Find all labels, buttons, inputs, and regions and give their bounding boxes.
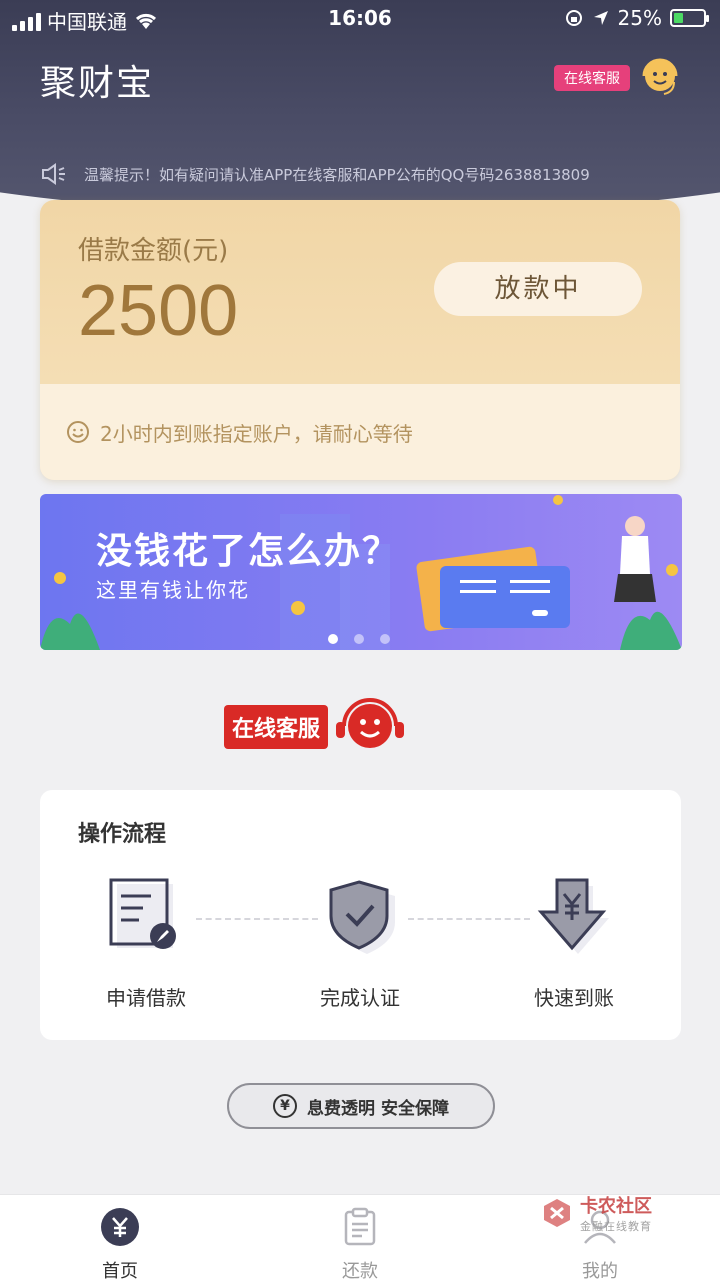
banner-dot[interactable] xyxy=(328,634,338,644)
watermark-subtext: 金融在线教育 xyxy=(580,1220,652,1233)
battery-percent: 25% xyxy=(617,6,662,30)
rotation-lock-icon xyxy=(565,10,582,26)
notice-bar: 温馨提示！如有疑问请认准APP在线客服和APP公布的QQ号码2638813809 xyxy=(40,162,700,186)
speaker-icon xyxy=(42,163,65,185)
promo-banner[interactable]: 没钱花了怎么办？ 这里有钱让你花 xyxy=(40,494,682,650)
step-fast-payout: 快速到账 xyxy=(499,878,649,1011)
tab-home[interactable]: 首页 xyxy=(60,1207,180,1280)
app-title: 聚财宝 xyxy=(40,63,155,104)
security-badge: ¥ 息费透明 安全保障 xyxy=(227,1083,495,1129)
step-verify: 完成认证 xyxy=(285,878,435,1011)
customer-service-icon xyxy=(336,698,405,748)
location-icon xyxy=(593,11,608,25)
battery-icon xyxy=(670,9,709,27)
online-service-label: 在线客服 xyxy=(224,705,329,749)
banner-subtitle: 这里有钱让你花 xyxy=(96,578,250,602)
banner-dot[interactable] xyxy=(380,634,390,644)
online-service-button[interactable]: 在线客服 xyxy=(224,694,408,760)
online-service-tag: 在线客服 xyxy=(554,65,630,91)
yen-download-icon xyxy=(537,878,609,954)
process-card: 操作流程 申请借款 完成认证 快速到账 xyxy=(40,790,681,1040)
smile-icon xyxy=(67,421,89,443)
loan-tip-text: 2小时内到账指定账户，请耐心等待 xyxy=(100,421,413,446)
shield-check-icon xyxy=(329,880,395,954)
step-label: 完成认证 xyxy=(320,986,400,1010)
step-label: 申请借款 xyxy=(106,986,186,1010)
banner-title: 没钱花了怎么办？ xyxy=(96,531,401,572)
yen-home-icon xyxy=(101,1208,139,1246)
customer-service-icon xyxy=(642,58,678,95)
tab-label: 我的 xyxy=(582,1261,618,1280)
step-apply-loan: 申请借款 xyxy=(71,878,221,1011)
loan-amount: 2500 xyxy=(78,271,239,351)
watermark-logo-icon xyxy=(544,1199,570,1227)
tab-repay[interactable]: 还款 xyxy=(300,1207,420,1280)
watermark-text: 卡农社区 xyxy=(580,1196,652,1217)
loan-tip: 2小时内到账指定账户，请耐心等待 xyxy=(40,384,680,480)
clipboard-icon xyxy=(344,1207,376,1246)
status-right: 25% xyxy=(564,6,709,30)
security-badge-text: 息费透明 安全保障 xyxy=(307,1098,449,1119)
status-bar: 中国联通 16:06 25% xyxy=(0,0,720,38)
step-label: 快速到账 xyxy=(534,986,614,1010)
tab-label: 还款 xyxy=(342,1261,378,1280)
banner-pagination[interactable] xyxy=(328,634,390,644)
process-title: 操作流程 xyxy=(78,822,167,847)
banner-dot[interactable] xyxy=(354,634,364,644)
loan-card: 借款金额(元) 2500 放款中 2小时内到账指定账户，请耐心等待 xyxy=(40,200,680,480)
yen-circle-icon: ¥ xyxy=(273,1094,298,1118)
tab-label: 首页 xyxy=(102,1261,138,1280)
notice-text: 温馨提示！如有疑问请认准APP在线客服和APP公布的QQ号码2638813809 xyxy=(84,165,590,184)
document-edit-icon xyxy=(109,878,176,949)
loan-status-button[interactable]: 放款中 xyxy=(434,262,642,316)
loan-amount-label: 借款金额(元) xyxy=(78,236,229,266)
online-service-header-button[interactable]: 在线客服 xyxy=(554,56,684,100)
watermark: 卡农社区 金融在线教育 xyxy=(540,1192,652,1234)
